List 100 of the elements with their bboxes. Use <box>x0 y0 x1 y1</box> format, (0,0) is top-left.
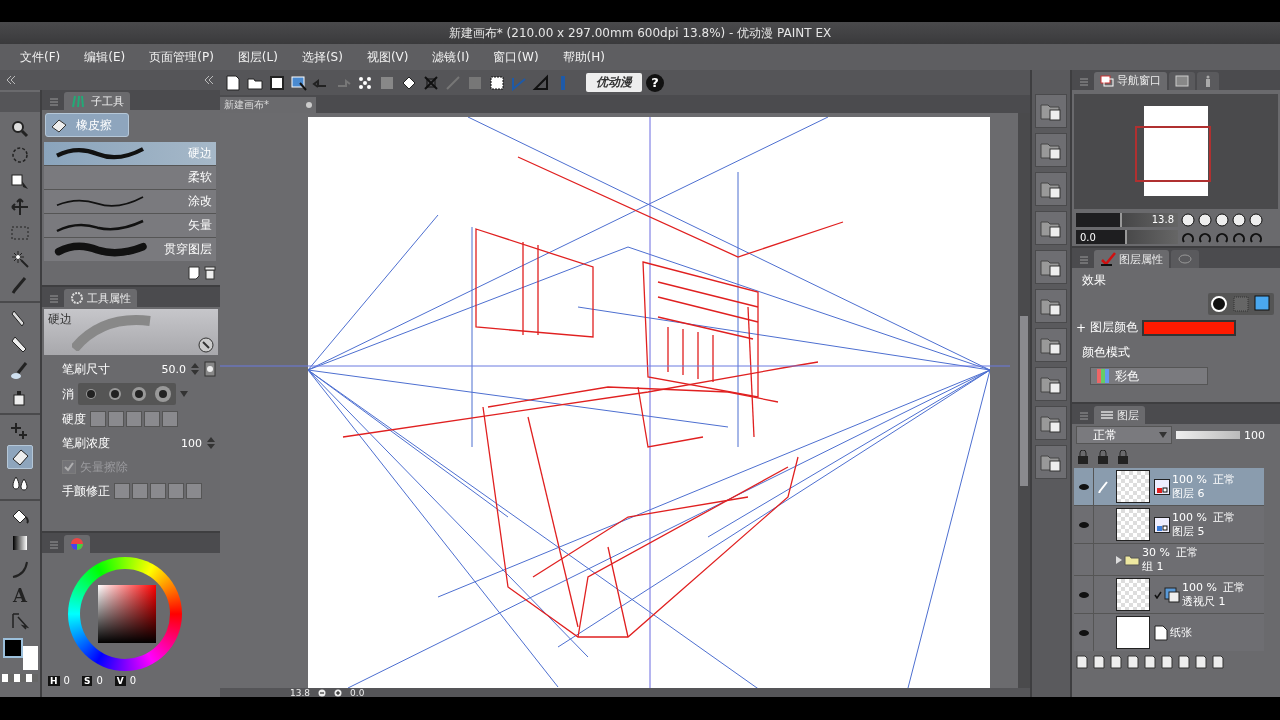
menu-item[interactable]: 编辑(E) <box>72 48 138 66</box>
layer-color-effect-icon[interactable] <box>1254 295 1272 313</box>
navigator-tab[interactable]: 导航窗口 <box>1094 71 1167 90</box>
subtool-item[interactable]: 柔软 <box>44 166 216 189</box>
menu-item[interactable]: 页面管理(P) <box>137 48 226 66</box>
panel-toggle-button[interactable] <box>1035 172 1067 206</box>
panel-header-bar <box>0 92 40 112</box>
lock-icon[interactable] <box>1096 450 1110 464</box>
panel-toggle-button[interactable] <box>1035 445 1067 479</box>
menu-item[interactable]: 帮助(H) <box>550 48 617 66</box>
tab-label: 工具属性 <box>87 290 131 306</box>
antialias-option-icon[interactable] <box>152 385 174 403</box>
save-icon[interactable] <box>268 73 286 92</box>
expand-arrow-icon[interactable] <box>1116 555 1122 564</box>
menu-item[interactable]: 文件(F) <box>8 48 73 66</box>
scrollbar-thumb[interactable] <box>1020 315 1028 486</box>
panel-tab[interactable] <box>1197 71 1219 90</box>
expand-button[interactable]: + <box>1076 320 1087 335</box>
circle-effect-icon[interactable] <box>1210 295 1228 313</box>
layer-name: 纸张 <box>1170 625 1192 640</box>
layer-row[interactable]: 30 % 正常 组 1 <box>1074 544 1264 575</box>
foreground-color-swatch[interactable] <box>3 638 23 658</box>
background-color-swatch[interactable] <box>23 646 38 670</box>
window-title: 新建画布* (210.00 x 297.00mm 600dpi 13.8%) - 优动漫 PAINT EX <box>448 24 832 42</box>
layer-row[interactable]: 100 % 正常 图层 6 <box>1074 468 1264 505</box>
dropdown-caret-icon[interactable] <box>180 391 188 397</box>
panel-toggle-button[interactable] <box>1035 289 1067 323</box>
zoom-slider[interactable]: 13.8 <box>1076 212 1178 227</box>
panel-toggle-button[interactable] <box>1035 406 1067 440</box>
rotation-slider[interactable]: 0.0 <box>1076 230 1178 245</box>
color-wheel-tab[interactable] <box>64 535 90 553</box>
stabilization-step[interactable] <box>114 483 130 499</box>
collapse-icon[interactable] <box>6 75 16 85</box>
panel-toggle-button[interactable] <box>1035 133 1067 167</box>
transparent-color-swatch[interactable] <box>2 674 38 682</box>
info-icon <box>1203 74 1213 87</box>
channel-label: V <box>114 675 126 686</box>
subtool-item[interactable]: 矢量 <box>44 214 216 237</box>
blend-mode-dropdown[interactable]: 正常 <box>1076 426 1172 444</box>
panel-toggle-button[interactable] <box>1035 211 1067 245</box>
stabilization-step[interactable] <box>132 483 148 499</box>
eraser-tool[interactable] <box>7 445 33 469</box>
panel-toggle-button[interactable] <box>1035 328 1067 362</box>
zoom-value: 13.8 <box>290 688 311 697</box>
hardness-step[interactable] <box>144 411 160 427</box>
curve-icon <box>10 559 30 579</box>
layer-row[interactable]: 100 % 正常 图层 5 <box>1074 506 1264 543</box>
new-page-icon[interactable] <box>188 266 200 280</box>
sparkle-icon <box>10 421 30 441</box>
dashed-rectangle-icon[interactable] <box>488 73 506 92</box>
hardness-step[interactable] <box>126 411 142 427</box>
menu-item[interactable]: 滤镜(I) <box>420 48 482 66</box>
menu-item[interactable]: 选择(S) <box>289 48 355 66</box>
export-icon[interactable] <box>290 73 308 92</box>
collapse-icon[interactable] <box>204 75 214 85</box>
text-tool[interactable]: A <box>7 583 33 607</box>
layer-row[interactable]: 纸张 <box>1074 614 1264 651</box>
panel-toggle-button[interactable] <box>1035 367 1067 401</box>
menu-item[interactable]: 视图(V) <box>354 48 421 66</box>
folder-icon <box>1124 553 1140 566</box>
new-file-icon[interactable] <box>224 73 242 92</box>
brush-icon <box>10 361 30 381</box>
menu-item[interactable]: 图层(L) <box>225 48 290 66</box>
color-mode-dropdown[interactable]: 彩色 <box>1090 367 1208 385</box>
eye-icon <box>1077 590 1090 599</box>
menu-item[interactable]: 窗口(W) <box>481 48 551 66</box>
lock-icon[interactable] <box>1076 450 1090 464</box>
eye-icon <box>1077 482 1090 491</box>
panel-tab[interactable]: 子工具 <box>64 92 130 110</box>
subtool-item[interactable]: 贯穿图层 <box>44 238 216 261</box>
ruler-icon[interactable] <box>532 73 550 92</box>
document-tab[interactable]: 新建画布* <box>220 97 316 113</box>
pin-icon[interactable] <box>1116 450 1130 464</box>
stabilization-step[interactable] <box>150 483 166 499</box>
subtool-item[interactable]: 涂改 <box>44 190 216 213</box>
view-frame[interactable] <box>1135 126 1211 183</box>
new-layer-icon[interactable] <box>1093 655 1105 669</box>
hardness-step[interactable] <box>108 411 124 427</box>
spin-arrows-icon[interactable] <box>206 436 216 450</box>
layer-row[interactable]: 100 % 正常 透视尺 1 <box>1074 576 1264 613</box>
pen-icon <box>1098 480 1108 493</box>
help-button[interactable]: ? <box>646 73 664 92</box>
preview-label: 硬边 <box>48 311 72 328</box>
layer-color-swatch[interactable] <box>1142 319 1237 336</box>
tab-label: 子工具 <box>91 93 124 109</box>
pressure-icon[interactable] <box>204 361 216 377</box>
layer-thumbnail <box>1116 578 1150 611</box>
saturation-value-square[interactable] <box>98 585 156 643</box>
layer-property-tab[interactable]: 图层属性 <box>1094 250 1169 268</box>
panel-toggle-button[interactable] <box>1035 250 1067 284</box>
panel-tab[interactable]: 工具属性 <box>64 289 137 307</box>
field-label: 硬度 <box>62 410 86 428</box>
rotate-left-icon[interactable] <box>1181 230 1195 245</box>
hardness-step[interactable] <box>90 411 106 427</box>
stabilization-step[interactable] <box>186 483 202 499</box>
panel-toggle-button[interactable] <box>1035 94 1067 128</box>
panel-tab[interactable] <box>1169 71 1195 90</box>
layers-tab[interactable]: 图层 <box>1094 406 1145 424</box>
stabilization-step[interactable] <box>168 483 184 499</box>
hardness-step[interactable] <box>162 411 178 427</box>
